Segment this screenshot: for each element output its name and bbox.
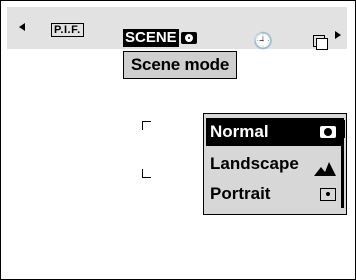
camera-icon (180, 32, 197, 44)
menu-item-label: Normal (210, 122, 269, 141)
right-arrow-icon[interactable] (335, 31, 341, 39)
menu-item-label: Landscape (210, 154, 299, 173)
self-timer-icon[interactable]: 🕘 (253, 34, 273, 50)
menu-scroll-thumb[interactable] (340, 120, 345, 138)
continuous-shooting-icon[interactable] (313, 35, 328, 50)
menu-item-normal[interactable]: Normal (206, 118, 342, 146)
scene-tab-label: SCENE (123, 29, 179, 47)
camera-lcd-screen: P.I.F. 🕘 SCENE Scene mode Normal Landsca… (0, 0, 356, 280)
portrait-icon (320, 188, 336, 201)
camera-icon (320, 126, 336, 138)
tab-plf[interactable]: P.I.F. (51, 23, 84, 37)
menu-item-label: Portrait (210, 184, 271, 203)
left-arrow-icon[interactable] (19, 23, 25, 31)
af-frame-corner-bottom (142, 169, 151, 178)
scene-mode-title: Scene mode (123, 51, 237, 79)
menu-item-landscape[interactable]: Landscape (206, 150, 342, 178)
af-frame-corner-top (142, 121, 151, 130)
menu-item-portrait[interactable]: Portrait (206, 180, 342, 208)
scene-mode-menu: Normal Landscape Portrait (203, 113, 347, 215)
tab-scene[interactable]: SCENE (123, 27, 197, 49)
